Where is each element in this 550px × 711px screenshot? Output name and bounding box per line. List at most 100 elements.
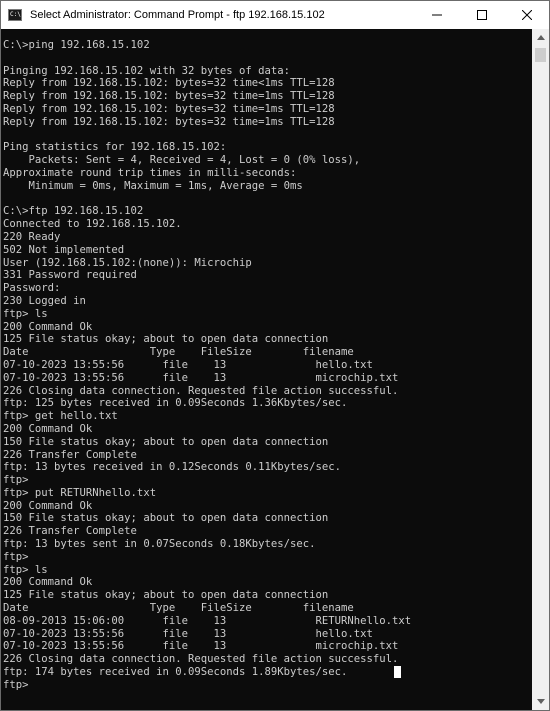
console-line-text: Reply from 192.168.15.102: bytes=32 time… — [3, 102, 335, 115]
title-bar[interactable]: C:\ Select Administrator: Command Prompt… — [1, 1, 549, 29]
console-line: ftp> — [3, 679, 532, 692]
console-line: 220 Ready — [3, 231, 532, 244]
console-line-text: 331 Password required — [3, 269, 137, 282]
console-line: ftp> get hello.txt — [3, 410, 532, 423]
console-line-text: Packets: Sent = 4, Received = 4, Lost = … — [3, 154, 361, 167]
console-line: ftp> — [3, 474, 532, 487]
console-line-text: 150 File status okay; about to open data… — [3, 435, 329, 448]
console-line: 150 File status okay; about to open data… — [3, 436, 532, 449]
console-line-text: Approximate round trip times in milli-se… — [3, 166, 297, 179]
console-line: 226 Closing data connection. Requested f… — [3, 653, 532, 666]
console-line-text: Minimum = 0ms, Maximum = 1ms, Average = … — [3, 179, 303, 192]
console-line: ftp> ls — [3, 308, 532, 321]
console-line-text: ftp: 125 bytes received in 0.09Seconds 1… — [3, 397, 348, 410]
console-line: 07-10-2023 13:55:56 file 13 microchip.tx… — [3, 640, 532, 653]
console-line-text: 150 File status okay; about to open data… — [3, 512, 329, 525]
console-line: 226 Transfer Complete — [3, 449, 532, 462]
window-title: Select Administrator: Command Prompt - f… — [30, 9, 325, 21]
console-line-text: User (192.168.15.102:(none)): Microchip — [3, 256, 252, 269]
console-line-text: ftp> — [3, 474, 29, 487]
console-line-text: Date Type FileSize filename — [3, 602, 354, 615]
console-line-text: ftp: 13 bytes sent in 0.07Seconds 0.18Kb… — [3, 538, 316, 551]
console-line: ftp: 125 bytes received in 0.09Seconds 1… — [3, 397, 532, 410]
console-line: ftp> ls — [3, 564, 532, 577]
console-line-text: 230 Logged in — [3, 294, 86, 307]
console-line-text: 07-10-2023 13:55:56 file 13 hello.txt — [3, 358, 373, 371]
console-line-text: ftp: 13 bytes received in 0.12Seconds 0.… — [3, 461, 342, 474]
console-line-text: ftp> ls — [3, 563, 48, 576]
console-line-text: 200 Command Ok — [3, 422, 93, 435]
console-line: Minimum = 0ms, Maximum = 1ms, Average = … — [3, 180, 532, 193]
console-line: C:\>ftp 192.168.15.102 — [3, 205, 532, 218]
console-line-text: ftp> get hello.txt — [3, 410, 118, 423]
console-line-text: 226 Closing data connection. Requested f… — [3, 653, 399, 666]
console-line-text: 200 Command Ok — [3, 320, 93, 333]
scroll-up-arrow-icon[interactable] — [532, 29, 549, 46]
close-button[interactable] — [504, 1, 549, 29]
console-line-text: 200 Command Ok — [3, 576, 93, 589]
console-line-text: ftp: 174 bytes received in 0.09Seconds 1… — [3, 666, 348, 679]
scroll-down-arrow-icon[interactable] — [532, 693, 549, 710]
console-line-text: C:\>ping 192.168.15.102 — [3, 39, 150, 51]
console-line: ftp: 13 bytes received in 0.12Seconds 0.… — [3, 461, 532, 474]
console-line-text: 07-10-2023 13:55:56 file 13 microchip.tx… — [3, 640, 399, 653]
text-cursor — [394, 666, 402, 679]
console-line: Reply from 192.168.15.102: bytes=32 time… — [3, 90, 532, 103]
console-line: 150 File status okay; about to open data… — [3, 512, 532, 525]
console-line-text: Connected to 192.168.15.102. — [3, 218, 182, 231]
console-line-text: Reply from 192.168.15.102: bytes=32 time… — [3, 90, 335, 103]
console-line-text: C:\>ftp 192.168.15.102 — [3, 205, 144, 218]
console-line-text: Date Type FileSize filename — [3, 346, 354, 359]
console-line: Reply from 192.168.15.102: bytes=32 time… — [3, 103, 532, 116]
console-line-text: 226 Transfer Complete — [3, 448, 137, 461]
console-line: 200 Command Ok — [3, 321, 532, 334]
console-line-text: ftp> — [3, 678, 29, 691]
console-line: 502 Not implemented — [3, 244, 532, 257]
console-line: 125 File status okay; about to open data… — [3, 589, 532, 602]
command-prompt-window[interactable]: C:\ Select Administrator: Command Prompt… — [0, 0, 550, 711]
console-output[interactable]: C:\>ping 192.168.15.102 Pinging 192.168.1… — [1, 29, 532, 710]
vertical-scrollbar[interactable] — [532, 29, 549, 710]
console-line: Date Type FileSize filename — [3, 602, 532, 615]
console-line-text: 226 Transfer Complete — [3, 525, 137, 538]
console-line: C:\>ping 192.168.15.102 — [3, 39, 532, 52]
console-line: ftp: 174 bytes received in 0.09Seconds 1… — [3, 666, 532, 679]
console-line: 230 Logged in — [3, 295, 532, 308]
console-line-text: 07-10-2023 13:55:56 file 13 hello.txt — [3, 627, 373, 640]
console-line: Approximate round trip times in milli-se… — [3, 167, 532, 180]
close-icon — [521, 10, 532, 20]
console-line-text: ftp> — [3, 550, 29, 563]
console-line-text: 125 File status okay; about to open data… — [3, 333, 329, 346]
console-line: ftp> — [3, 551, 532, 564]
console-line: 331 Password required — [3, 269, 532, 282]
console-line: Connected to 192.168.15.102. — [3, 218, 532, 231]
maximize-button[interactable] — [459, 1, 504, 29]
console-line: 200 Command Ok — [3, 576, 532, 589]
console-line-text: Reply from 192.168.15.102: bytes=32 time… — [3, 115, 335, 128]
console-line: ftp> put RETURNhello.txt — [3, 487, 532, 500]
console-line-text: Ping statistics for 192.168.15.102: — [3, 141, 227, 154]
console-line: Password: — [3, 282, 532, 295]
console-line: User (192.168.15.102:(none)): Microchip — [3, 257, 532, 270]
minimize-button[interactable] — [414, 1, 459, 29]
console-line: 226 Closing data connection. Requested f… — [3, 385, 532, 398]
console-line: 200 Command Ok — [3, 423, 532, 436]
console-line: Pinging 192.168.15.102 with 32 bytes of … — [3, 65, 532, 78]
console-line: Date Type FileSize filename — [3, 346, 532, 359]
console-line-text: 502 Not implemented — [3, 243, 125, 256]
console-line: 200 Command Ok — [3, 500, 532, 513]
console-line-text: 226 Closing data connection. Requested f… — [3, 384, 399, 397]
console-line-text: Reply from 192.168.15.102: bytes=32 time… — [3, 77, 335, 90]
console-line-text: 07-10-2023 13:55:56 file 13 microchip.tx… — [3, 371, 399, 384]
console-line-text: Password: — [3, 282, 61, 295]
console-line: 07-10-2023 13:55:56 file 13 hello.txt — [3, 628, 532, 641]
console-line: Ping statistics for 192.168.15.102: — [3, 141, 532, 154]
console-line-text: 220 Ready — [3, 230, 61, 243]
console-line: 125 File status okay; about to open data… — [3, 333, 532, 346]
cmd-icon: C:\ — [8, 9, 22, 21]
scrollbar-thumb[interactable] — [535, 48, 546, 62]
console-line: Packets: Sent = 4, Received = 4, Lost = … — [3, 154, 532, 167]
